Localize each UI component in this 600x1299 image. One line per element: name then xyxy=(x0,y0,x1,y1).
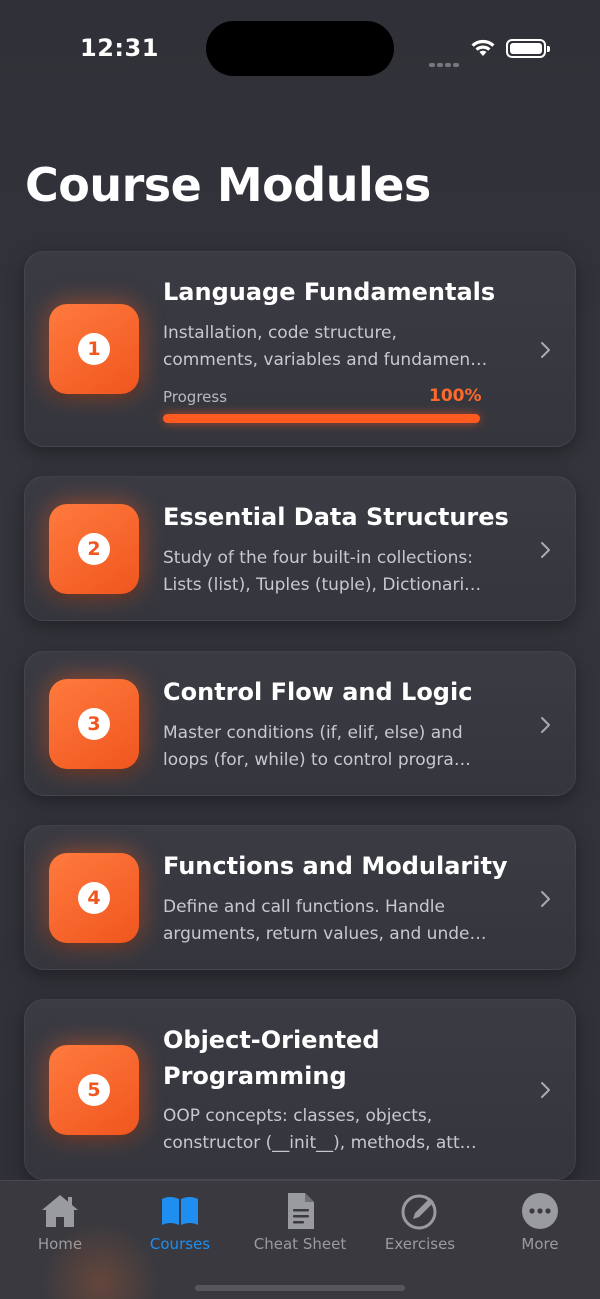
battery-icon xyxy=(506,39,550,58)
status-bar: 12:31 xyxy=(0,0,600,100)
dynamic-island xyxy=(206,21,394,76)
module-card-5[interactable]: 5 Object-Oriented Programming OOP concep… xyxy=(24,999,576,1180)
tab-label: More xyxy=(521,1235,559,1253)
chevron-right-icon xyxy=(541,542,550,558)
home-indicator xyxy=(195,1285,405,1291)
module-description: OOP concepts: classes, objects, construc… xyxy=(163,1106,477,1153)
module-title: Essential Data Structures xyxy=(163,503,509,531)
module-title: Language Fundamentals xyxy=(163,278,496,306)
module-description: Define and call functions. Handle argume… xyxy=(163,897,487,944)
module-number: 1 xyxy=(78,333,110,365)
page-title: Course Modules xyxy=(25,158,431,212)
progress-percent: 100% xyxy=(429,386,482,406)
module-number-badge: 2 xyxy=(49,504,139,594)
chevron-right-icon xyxy=(541,1082,550,1098)
module-card-1[interactable]: 1 Language Fundamentals Installation, co… xyxy=(24,251,576,447)
house-icon xyxy=(42,1195,78,1227)
module-description: Installation, code structure, comments, … xyxy=(163,323,488,370)
tab-home[interactable]: Home xyxy=(0,1181,120,1261)
module-number: 2 xyxy=(78,533,110,565)
cellular-signal-icon xyxy=(429,52,461,71)
chevron-right-icon xyxy=(541,717,550,733)
module-title: Control Flow and Logic xyxy=(163,678,473,706)
module-description: Master conditions (if, elif, else) and l… xyxy=(163,723,471,770)
progress-bar-fill xyxy=(163,414,480,423)
module-description: Study of the four built-in collections: … xyxy=(163,548,482,595)
module-number-badge: 1 xyxy=(49,304,139,394)
module-number-badge: 5 xyxy=(49,1045,139,1135)
module-number: 4 xyxy=(78,882,110,914)
tab-label: Cheat Sheet xyxy=(253,1235,347,1253)
tab-label: Home xyxy=(37,1235,83,1253)
module-number: 3 xyxy=(78,708,110,740)
status-time: 12:31 xyxy=(80,34,159,62)
chevron-right-icon xyxy=(541,891,550,907)
document-icon xyxy=(288,1193,314,1229)
tab-label: Exercises xyxy=(384,1235,456,1253)
module-title: Functions and Modularity xyxy=(163,852,508,880)
tab-cheat-sheet[interactable]: Cheat Sheet xyxy=(240,1181,360,1261)
module-number-badge: 3 xyxy=(49,679,139,769)
module-card-3[interactable]: 3 Control Flow and Logic Master conditio… xyxy=(24,651,576,796)
tab-more[interactable]: More xyxy=(480,1181,600,1261)
tab-courses[interactable]: Courses xyxy=(120,1181,240,1261)
book-icon xyxy=(162,1197,198,1225)
tab-bar: Home Courses Cheat Sheet Exercises More xyxy=(0,1180,600,1299)
module-card-4[interactable]: 4 Functions and Modularity Define and ca… xyxy=(24,825,576,970)
module-card-2[interactable]: 2 Essential Data Structures Study of the… xyxy=(24,476,576,621)
module-number-badge: 4 xyxy=(49,853,139,943)
module-title: Object-Oriented Programming xyxy=(163,1026,380,1090)
ellipsis-circle-icon xyxy=(522,1193,558,1229)
progress-label: Progress xyxy=(163,388,228,406)
progress-bar xyxy=(163,414,480,423)
chevron-right-icon xyxy=(541,342,550,358)
module-number: 5 xyxy=(78,1074,110,1106)
tab-exercises[interactable]: Exercises xyxy=(360,1181,480,1261)
tab-label: Courses xyxy=(149,1235,211,1253)
wifi-icon xyxy=(471,39,495,56)
pencil-circle-icon xyxy=(401,1194,437,1230)
